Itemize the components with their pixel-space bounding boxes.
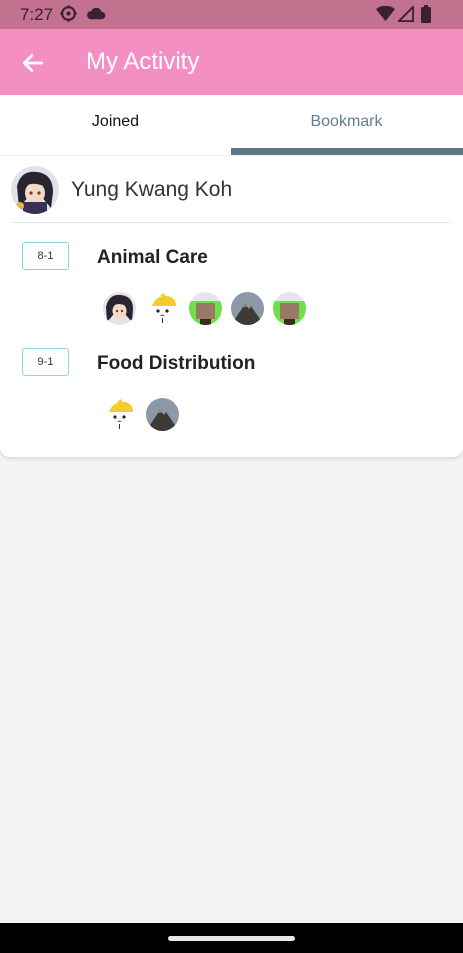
- signal-icon: [398, 6, 414, 22]
- anime-character-image: [103, 292, 136, 325]
- tab-bookmark[interactable]: Bookmark: [231, 95, 462, 155]
- tab-bar: Joined Bookmark: [0, 95, 463, 155]
- participant-avatar[interactable]: [103, 292, 136, 325]
- wifi-icon: [376, 6, 395, 22]
- participant-avatar[interactable]: [231, 292, 264, 325]
- home-gesture-handle[interactable]: [168, 936, 295, 941]
- mountain-image: [146, 398, 179, 431]
- participant-avatar[interactable]: [103, 398, 136, 431]
- green-block-image: [189, 292, 222, 325]
- activity-name: Animal Care: [97, 247, 208, 268]
- activity-card: Yung Kwang Koh 8-1 Animal Care 9-1 Food …: [0, 156, 463, 457]
- participant-avatar[interactable]: [189, 292, 222, 325]
- activity-name: Food Distribution: [97, 353, 256, 374]
- user-name: Yung Kwang Koh: [71, 178, 233, 201]
- activity-item-animal-care[interactable]: 8-1 Animal Care: [0, 240, 463, 340]
- date-badge: 9-1: [22, 348, 69, 376]
- green-block-image: [273, 292, 306, 325]
- cloud-icon: [87, 7, 106, 20]
- participant-avatar[interactable]: [146, 292, 179, 325]
- anime-character-avatar-image: [11, 166, 59, 214]
- app-bar: My Activity: [0, 29, 463, 95]
- activity-item-food-distribution[interactable]: 9-1 Food Distribution: [0, 346, 463, 446]
- tab-indicator: [231, 148, 463, 155]
- navigation-bar: [0, 923, 463, 953]
- tab-joined[interactable]: Joined: [0, 95, 231, 155]
- cartoon-chick-image: [146, 292, 179, 325]
- settings-icon: [60, 5, 77, 22]
- mountain-image: [231, 292, 264, 325]
- date-badge: 8-1: [22, 242, 69, 270]
- arrow-left-icon[interactable]: [20, 50, 46, 76]
- page-title: My Activity: [86, 48, 200, 75]
- status-bar: 7:27: [0, 0, 463, 29]
- cartoon-chick-image: [103, 398, 136, 431]
- participant-avatar[interactable]: [146, 398, 179, 431]
- avatar[interactable]: [11, 166, 59, 214]
- participant-avatar[interactable]: [273, 292, 306, 325]
- status-time: 7:27: [20, 5, 54, 24]
- divider: [11, 222, 451, 223]
- battery-icon: [421, 5, 431, 23]
